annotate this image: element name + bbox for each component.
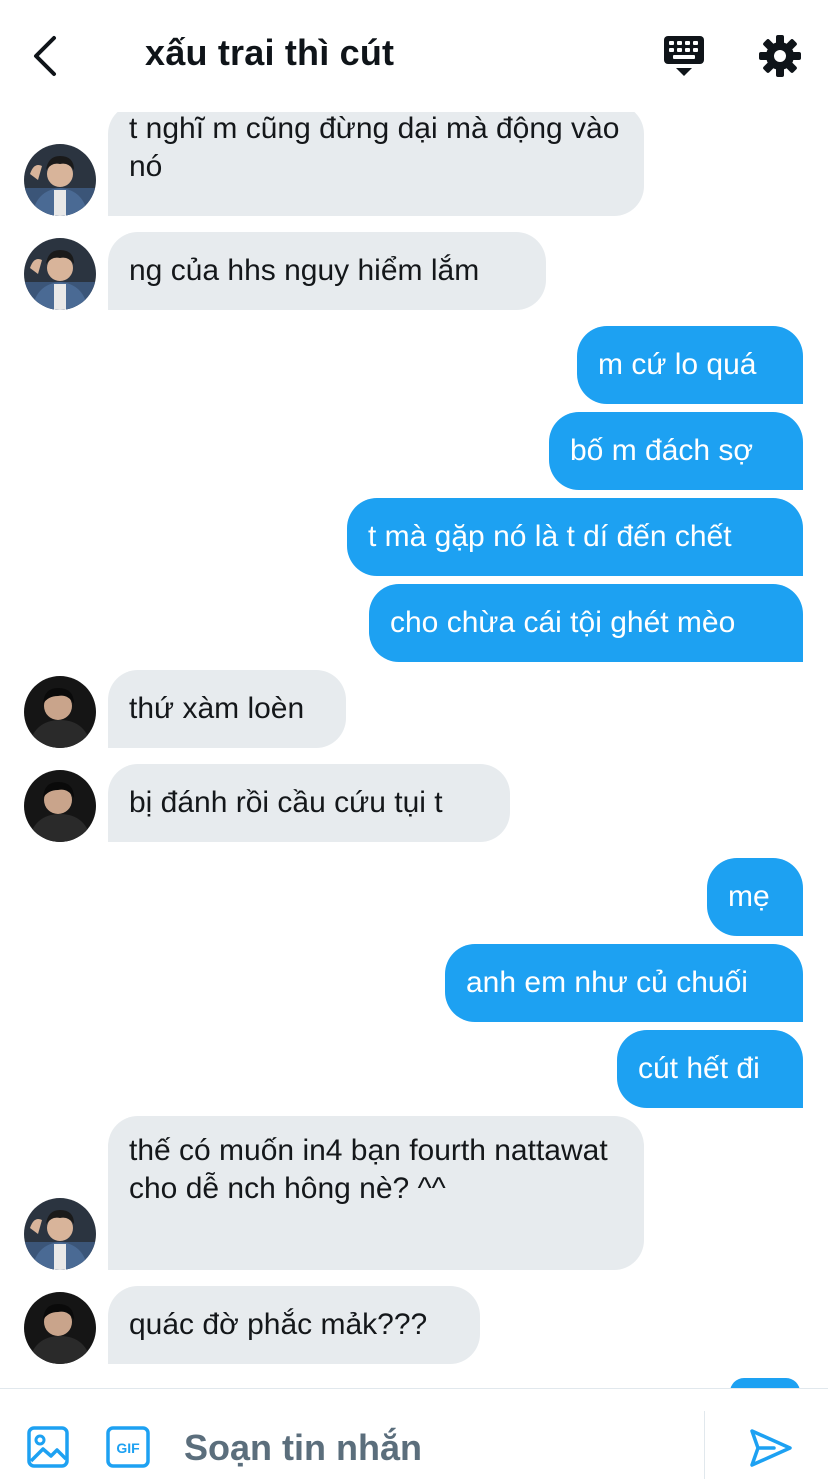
keyboard-button[interactable] [660, 34, 708, 80]
message-bubble-incoming[interactable]: bị đánh rồi cầu cứu tụi t [108, 764, 510, 842]
message-bubble-incoming[interactable]: quác đờ phắc mảk??? [108, 1286, 480, 1364]
avatar[interactable] [24, 144, 96, 216]
message-bubble-outgoing[interactable]: t mà gặp nó là t dí đến chết [347, 498, 803, 576]
avatar[interactable] [24, 676, 96, 748]
message-bubble-outgoing[interactable]: cho chừa cái tội ghét mèo [369, 584, 803, 662]
gif-icon: GIF [106, 1426, 150, 1468]
divider [704, 1411, 705, 1479]
conversation-header: xấu trai thì cút [0, 0, 828, 112]
back-arrow-icon [34, 36, 56, 76]
message-bubble-outgoing[interactable]: m cứ lo quá [577, 326, 803, 404]
message-bubble-incoming[interactable]: t nghĩ m cũng đừng dại mà động vào nó [108, 104, 644, 216]
message-bubble-outgoing[interactable]: mẹ [707, 858, 803, 936]
message-bubble-outgoing[interactable]: bố m đách sợ [549, 412, 803, 490]
avatar[interactable] [24, 1292, 96, 1364]
composer-bar: GIF Soạn tin nhắn [0, 1388, 828, 1479]
settings-button[interactable] [756, 32, 804, 80]
gear-icon [759, 35, 801, 77]
message-bubble-incoming[interactable]: thứ xàm loèn [108, 670, 346, 748]
avatar[interactable] [24, 1198, 96, 1270]
keyboard-icon [664, 36, 704, 76]
message-bubble-incoming[interactable]: ng của hhs nguy hiểm lắm [108, 232, 546, 310]
back-button[interactable] [28, 34, 64, 78]
avatar[interactable] [24, 770, 96, 842]
message-input[interactable]: Soạn tin nhắn [184, 1427, 422, 1469]
svg-text:GIF: GIF [116, 1440, 140, 1456]
message-bubble-outgoing[interactable]: anh em như củ chuối [445, 944, 803, 1022]
send-icon [750, 1429, 792, 1467]
conversation-title: xấu trai thì cút [145, 32, 395, 73]
media-button[interactable] [26, 1425, 70, 1469]
avatar[interactable] [24, 238, 96, 310]
image-icon [27, 1426, 69, 1468]
message-bubble-incoming[interactable]: thế có muốn in4 bạn fourth nattawat cho … [108, 1116, 644, 1270]
send-button[interactable] [748, 1427, 794, 1469]
message-bubble-outgoing[interactable]: cút hết đi [617, 1030, 803, 1108]
gif-button[interactable]: GIF [106, 1426, 150, 1468]
